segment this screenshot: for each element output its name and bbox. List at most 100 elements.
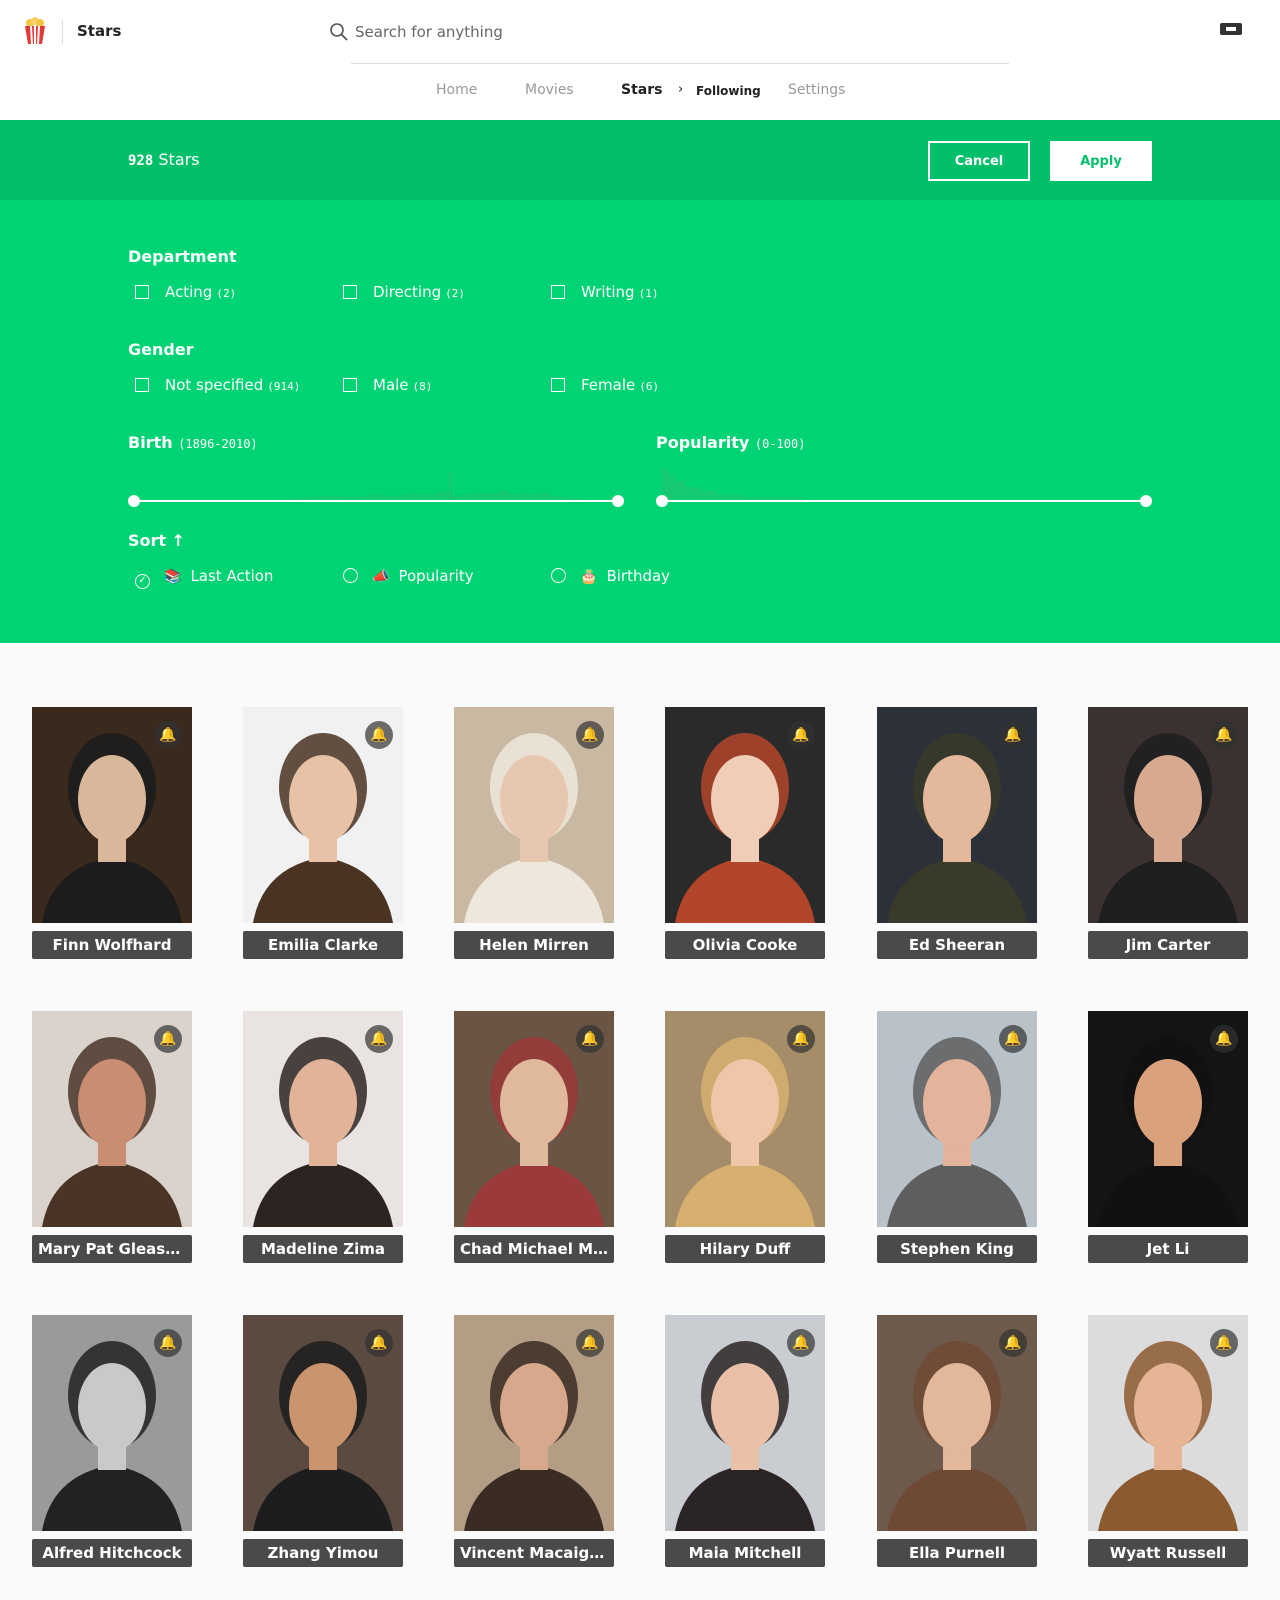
bell-icon[interactable]: 🔔	[365, 1025, 393, 1053]
filter-acting[interactable]: Acting (2)	[135, 283, 236, 301]
star-name[interactable]: Mary Pat Gleason	[32, 1235, 192, 1263]
star-photo[interactable]: 🔔	[454, 707, 614, 923]
checkbox[interactable]	[551, 285, 565, 299]
popularity-max-handle[interactable]	[1140, 495, 1152, 507]
star-name[interactable]: Stephen King	[877, 1235, 1037, 1263]
star-photo[interactable]: 🔔	[243, 707, 403, 923]
star-card[interactable]: 🔔 Wyatt Russell	[1088, 1315, 1248, 1569]
sort-last-action[interactable]: ✓ 📚 Last Action	[135, 567, 273, 589]
star-card[interactable]: 🔔 Zhang Yimou	[243, 1315, 403, 1569]
bell-icon[interactable]: 🔔	[154, 1025, 182, 1053]
popcorn-logo-icon[interactable]	[23, 17, 47, 45]
bell-icon[interactable]: 🔔	[999, 1025, 1027, 1053]
star-photo[interactable]: 🔔	[665, 1315, 825, 1531]
star-name[interactable]: Emilia Clarke	[243, 931, 403, 959]
bell-icon[interactable]: 🔔	[999, 1329, 1027, 1357]
star-name[interactable]: Helen Mirren	[454, 931, 614, 959]
filter-not-specified[interactable]: Not specified (914)	[135, 376, 300, 394]
bell-icon[interactable]: 🔔	[787, 1025, 815, 1053]
bell-icon[interactable]: 🔔	[1210, 1025, 1238, 1053]
star-name[interactable]: Finn Wolfhard	[32, 931, 192, 959]
checkbox[interactable]	[135, 378, 149, 392]
star-photo[interactable]: 🔔	[877, 1315, 1037, 1531]
star-name[interactable]: Maia Mitchell	[665, 1539, 825, 1567]
birth-slider-track[interactable]	[134, 500, 618, 502]
star-photo[interactable]: 🔔	[454, 1011, 614, 1227]
star-card[interactable]: 🔔 Olivia Cooke	[665, 707, 825, 961]
star-name[interactable]: Jim Carter	[1088, 931, 1248, 959]
star-photo[interactable]: 🔔	[1088, 1315, 1248, 1531]
bell-icon[interactable]: 🔔	[576, 1329, 604, 1357]
sort-popularity[interactable]: 📣 Popularity	[343, 567, 474, 585]
bell-icon[interactable]: 🔔	[154, 721, 182, 749]
star-photo[interactable]: 🔔	[32, 1315, 192, 1531]
bell-icon[interactable]: 🔔	[787, 1329, 815, 1357]
bell-icon[interactable]: 🔔	[576, 1025, 604, 1053]
star-name[interactable]: Ella Purnell	[877, 1539, 1037, 1567]
checkbox[interactable]	[343, 285, 357, 299]
star-photo[interactable]: 🔔	[243, 1315, 403, 1531]
star-photo[interactable]: 🔔	[454, 1315, 614, 1531]
star-card[interactable]: 🔔 Hilary Duff	[665, 1011, 825, 1265]
star-photo[interactable]: 🔔	[32, 707, 192, 923]
star-name[interactable]: Zhang Yimou	[243, 1539, 403, 1567]
nav-home[interactable]: Home	[436, 82, 477, 98]
star-photo[interactable]: 🔔	[1088, 1011, 1248, 1227]
sort-direction-arrow-icon[interactable]: ↑	[172, 531, 185, 550]
star-photo[interactable]: 🔔	[1088, 707, 1248, 923]
star-card[interactable]: 🔔 Mary Pat Gleason	[32, 1011, 192, 1265]
filter-directing[interactable]: Directing (2)	[343, 283, 465, 301]
star-name[interactable]: Wyatt Russell	[1088, 1539, 1248, 1567]
bell-icon[interactable]: 🔔	[1210, 1329, 1238, 1357]
ticket-icon[interactable]	[1219, 21, 1243, 37]
star-name[interactable]: Alfred Hitchcock	[32, 1539, 192, 1567]
star-photo[interactable]: 🔔	[32, 1011, 192, 1227]
star-card[interactable]: 🔔 Alfred Hitchcock	[32, 1315, 192, 1569]
star-name[interactable]: Jet Li	[1088, 1235, 1248, 1263]
star-photo[interactable]: 🔔	[665, 1011, 825, 1227]
star-card[interactable]: 🔔 Jet Li	[1088, 1011, 1248, 1265]
radio-checked[interactable]: ✓	[135, 574, 150, 589]
star-photo[interactable]: 🔔	[877, 1011, 1037, 1227]
cancel-button[interactable]: Cancel	[928, 141, 1030, 181]
apply-button[interactable]: Apply	[1050, 141, 1152, 181]
filter-writing[interactable]: Writing (1)	[551, 283, 658, 301]
star-photo[interactable]: 🔔	[665, 707, 825, 923]
bell-icon[interactable]: 🔔	[365, 721, 393, 749]
star-name[interactable]: Vincent Macaigne	[454, 1539, 614, 1567]
checkbox[interactable]	[135, 285, 149, 299]
birth-min-handle[interactable]	[128, 495, 140, 507]
bell-icon[interactable]: 🔔	[576, 721, 604, 749]
bell-icon[interactable]: 🔔	[1210, 721, 1238, 749]
bell-icon[interactable]: 🔔	[154, 1329, 182, 1357]
radio[interactable]	[551, 568, 566, 583]
bell-icon[interactable]: 🔔	[999, 721, 1027, 749]
filter-female[interactable]: Female (6)	[551, 376, 659, 394]
search-input[interactable]	[355, 18, 995, 46]
star-card[interactable]: 🔔 Ed Sheeran	[877, 707, 1037, 961]
star-card[interactable]: 🔔 Helen Mirren	[454, 707, 614, 961]
popularity-min-handle[interactable]	[656, 495, 668, 507]
checkbox[interactable]	[343, 378, 357, 392]
sort-birthday[interactable]: 🎂 Birthday	[551, 567, 670, 585]
checkbox[interactable]	[551, 378, 565, 392]
star-card[interactable]: 🔔 Vincent Macaigne	[454, 1315, 614, 1569]
star-card[interactable]: 🔔 Maia Mitchell	[665, 1315, 825, 1569]
star-photo[interactable]: 🔔	[877, 707, 1037, 923]
birth-max-handle[interactable]	[612, 495, 624, 507]
popularity-slider-track[interactable]	[662, 500, 1146, 502]
star-card[interactable]: 🔔 Jim Carter	[1088, 707, 1248, 961]
filter-male[interactable]: Male (8)	[343, 376, 432, 394]
nav-stars[interactable]: Stars	[621, 82, 662, 98]
star-card[interactable]: 🔔 Ella Purnell	[877, 1315, 1037, 1569]
star-card[interactable]: 🔔 Chad Michael Mu...	[454, 1011, 614, 1265]
radio[interactable]	[343, 568, 358, 583]
star-name[interactable]: Madeline Zima	[243, 1235, 403, 1263]
nav-settings[interactable]: Settings	[788, 82, 845, 98]
star-card[interactable]: 🔔 Madeline Zima	[243, 1011, 403, 1265]
star-name[interactable]: Chad Michael Mu...	[454, 1235, 614, 1263]
nav-movies[interactable]: Movies	[525, 82, 574, 98]
star-name[interactable]: Ed Sheeran	[877, 931, 1037, 959]
star-card[interactable]: 🔔 Finn Wolfhard	[32, 707, 192, 961]
star-card[interactable]: 🔔 Stephen King	[877, 1011, 1037, 1265]
